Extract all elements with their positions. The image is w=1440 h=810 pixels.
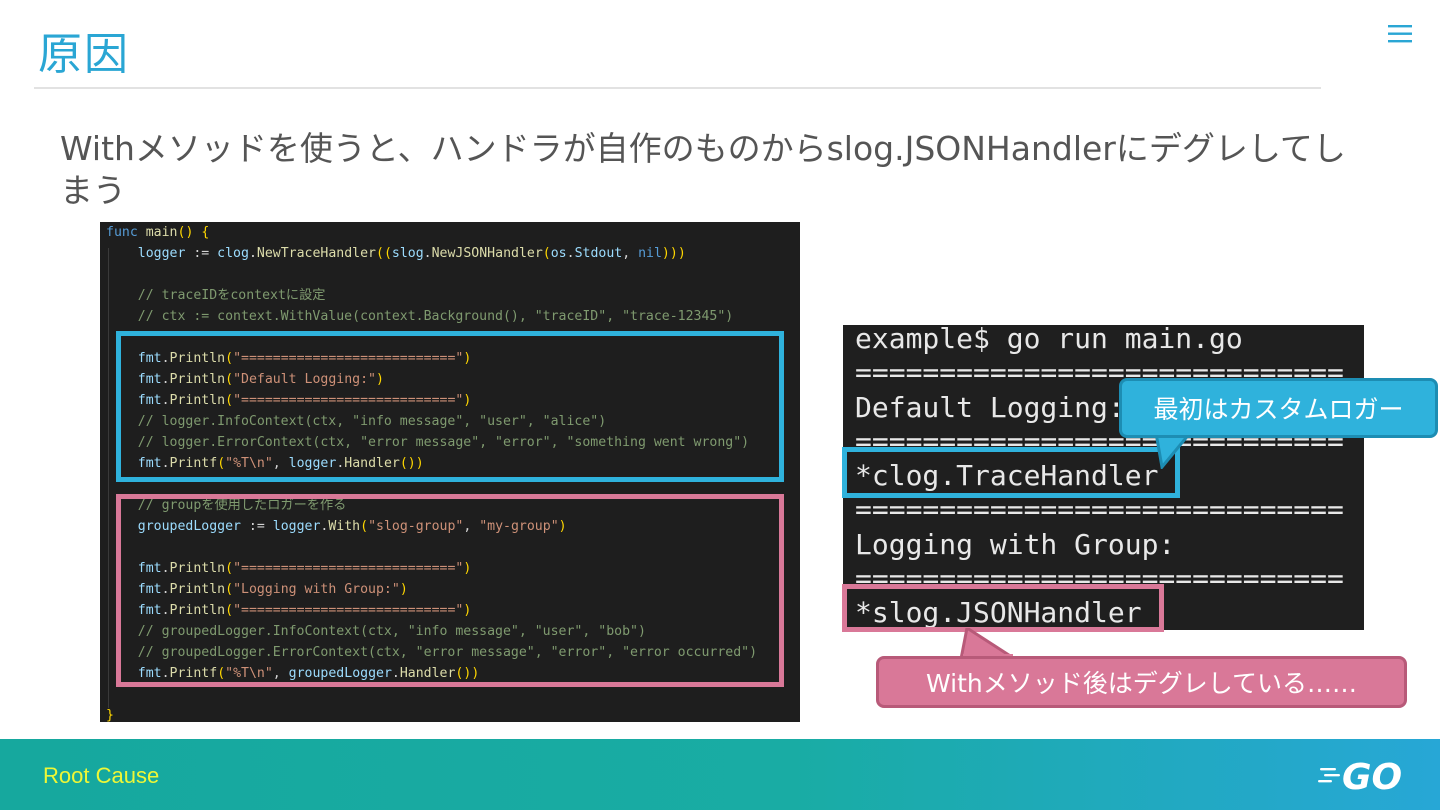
code-line: } xyxy=(106,708,114,722)
callout-custom-logger: 最初はカスタムロガー xyxy=(1119,378,1438,438)
go-logo-icon: GO xyxy=(1318,757,1402,795)
code-line: ​ xyxy=(106,264,757,285)
code-line: func main() { xyxy=(106,225,210,240)
callout-blue-tail xyxy=(1154,433,1192,469)
terminal-line: Logging with Group: xyxy=(855,527,1176,561)
go-logo-text: GO xyxy=(1342,757,1402,795)
callout-degraded: Withメソッド後はデグレしている…… xyxy=(876,656,1407,708)
title-divider xyxy=(34,87,1321,89)
code-highlight-grouped-logging xyxy=(116,494,784,687)
slide-title: 原因 xyxy=(38,29,130,80)
footer-label: Root Cause xyxy=(43,763,160,788)
terminal-highlight-json-handler xyxy=(842,584,1164,632)
code-highlight-default-logging xyxy=(116,331,784,482)
code-line: // ctx := context.WithValue(context.Back… xyxy=(106,309,734,324)
menu-icon[interactable] xyxy=(1386,23,1414,45)
terminal-line: ============================= xyxy=(855,493,1344,527)
footer-bar: Root Cause GO xyxy=(0,739,1440,810)
headline: Withメソッドを使うと、ハンドラが自作のものからslog.JSONHandle… xyxy=(60,129,1346,210)
code-line: // traceIDをcontextに設定 xyxy=(106,288,326,303)
code-line: ​ xyxy=(106,684,757,705)
terminal-line: example$ go run main.go xyxy=(855,325,1243,355)
code-line: logger := clog.NewTraceHandler((slog.New… xyxy=(137,246,686,261)
terminal-highlight-trace-handler xyxy=(842,447,1180,498)
